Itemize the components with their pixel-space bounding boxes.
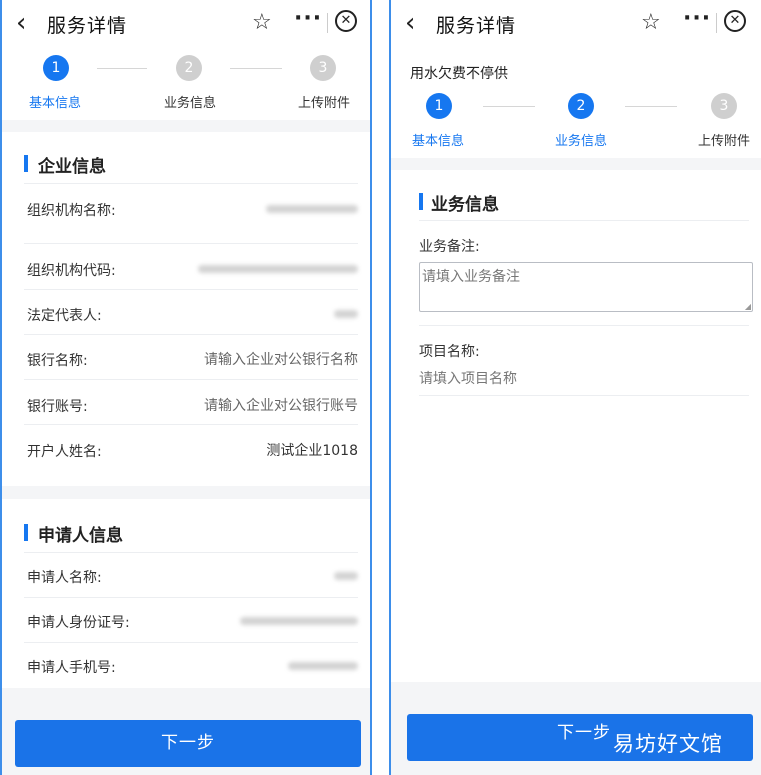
redacted-value bbox=[334, 310, 358, 318]
remark-placeholder: 请填入业务备注 bbox=[422, 269, 520, 285]
close-circle-icon[interactable]: ✕ bbox=[335, 10, 357, 32]
redacted-value bbox=[288, 662, 358, 670]
divider bbox=[419, 395, 749, 396]
step-line bbox=[625, 106, 677, 107]
star-icon[interactable]: ☆ bbox=[641, 10, 661, 35]
next-step-label: 下一步 bbox=[557, 723, 611, 743]
chevron-left-icon[interactable]: ‹ bbox=[405, 9, 415, 37]
step-1-label: 基本信息 bbox=[412, 134, 465, 149]
redacted-value bbox=[198, 265, 358, 273]
section-title-business: 业务信息 bbox=[431, 195, 499, 215]
step-line bbox=[230, 68, 282, 69]
field-label-account-holder: 开户人姓名: bbox=[27, 444, 102, 460]
chevron-left-icon[interactable]: ‹ bbox=[16, 9, 26, 37]
close-circle-icon[interactable]: ✕ bbox=[724, 10, 746, 32]
nav-header: ‹ 服务详情 ☆ ··· ✕ bbox=[391, 0, 761, 50]
step-3-circle: 3 bbox=[310, 55, 336, 81]
remark-textarea[interactable]: 请填入业务备注 ◢ bbox=[419, 262, 753, 312]
step-3-label: 上传附件 bbox=[298, 96, 351, 111]
divider bbox=[24, 552, 358, 553]
service-name: 用水欠费不停供 bbox=[410, 66, 508, 82]
redacted-value bbox=[240, 617, 358, 625]
section-gap bbox=[2, 120, 370, 132]
page-title: 服务详情 bbox=[436, 15, 517, 37]
divider bbox=[24, 334, 358, 335]
bank-name-input[interactable]: 请输入企业对公银行名称 bbox=[204, 349, 358, 369]
account-holder-input[interactable]: 测试企业1018 bbox=[266, 440, 358, 460]
project-name-input[interactable]: 请填入项目名称 bbox=[419, 368, 517, 388]
divider bbox=[24, 243, 358, 244]
next-step-button[interactable]: 下一步 bbox=[15, 720, 361, 767]
step-line bbox=[97, 68, 147, 69]
divider bbox=[24, 183, 358, 184]
divider bbox=[24, 424, 358, 425]
more-icon[interactable]: ··· bbox=[294, 6, 322, 31]
nav-header: ‹ 服务详情 ☆ ··· ✕ bbox=[2, 0, 370, 50]
divider bbox=[24, 642, 358, 643]
field-label-org-name: 组织机构名称: bbox=[27, 203, 116, 219]
step-2-circle: 2 bbox=[176, 55, 202, 81]
header-divider bbox=[327, 13, 328, 33]
star-icon[interactable]: ☆ bbox=[252, 10, 272, 35]
step-indicator: 1 2 3 基本信息 业务信息 上传附件 bbox=[391, 90, 761, 158]
redacted-value bbox=[334, 572, 358, 580]
resize-handle-icon[interactable]: ◢ bbox=[745, 302, 751, 311]
field-label-bank-name: 银行名称: bbox=[27, 353, 88, 369]
left-screen: ‹ 服务详情 ☆ ··· ✕ 1 2 3 基本信息 业务信息 上传附件 企业信息… bbox=[0, 0, 372, 775]
step-3-circle: 3 bbox=[711, 93, 737, 119]
field-label-org-code: 组织机构代码: bbox=[27, 263, 116, 279]
section-accent-bar bbox=[24, 524, 28, 541]
section-gap bbox=[391, 158, 761, 170]
redacted-value bbox=[266, 205, 358, 213]
section-accent-bar bbox=[419, 193, 423, 210]
step-1-circle: 1 bbox=[43, 55, 69, 81]
screen-gap bbox=[372, 0, 389, 775]
step-1-circle: 1 bbox=[426, 93, 452, 119]
step-2-label: 业务信息 bbox=[164, 96, 217, 111]
field-label-applicant-name: 申请人名称: bbox=[27, 570, 102, 586]
bank-account-input[interactable]: 请输入企业对公银行账号 bbox=[204, 395, 358, 415]
field-label-applicant-phone: 申请人手机号: bbox=[27, 660, 116, 676]
divider bbox=[419, 220, 749, 221]
divider bbox=[419, 325, 749, 326]
divider bbox=[24, 379, 358, 380]
section-title-company: 企业信息 bbox=[38, 157, 106, 177]
divider bbox=[24, 289, 358, 290]
section-accent-bar bbox=[24, 155, 28, 172]
watermark-text: 易坊好文馆 bbox=[613, 732, 723, 756]
right-screen: ‹ 服务详情 ☆ ··· ✕ 用水欠费不停供 1 2 3 基本信息 业务信息 上… bbox=[389, 0, 761, 775]
step-indicator: 1 2 3 基本信息 业务信息 上传附件 bbox=[2, 50, 370, 120]
step-2-circle: 2 bbox=[568, 93, 594, 119]
field-label-remark: 业务备注: bbox=[419, 239, 480, 255]
section-gap bbox=[2, 486, 370, 499]
section-title-applicant: 申请人信息 bbox=[38, 526, 123, 546]
divider bbox=[24, 597, 358, 598]
step-1-label: 基本信息 bbox=[29, 96, 82, 111]
header-divider bbox=[716, 13, 717, 33]
step-line bbox=[483, 106, 535, 107]
field-label-legal-rep: 法定代表人: bbox=[27, 308, 102, 324]
more-icon[interactable]: ··· bbox=[683, 6, 711, 31]
step-2-label: 业务信息 bbox=[555, 134, 608, 149]
step-3-label: 上传附件 bbox=[698, 134, 751, 149]
field-label-applicant-id: 申请人身份证号: bbox=[27, 615, 130, 631]
page-title: 服务详情 bbox=[47, 15, 128, 37]
field-label-project: 项目名称: bbox=[419, 344, 480, 360]
field-label-bank-account: 银行账号: bbox=[27, 399, 88, 415]
